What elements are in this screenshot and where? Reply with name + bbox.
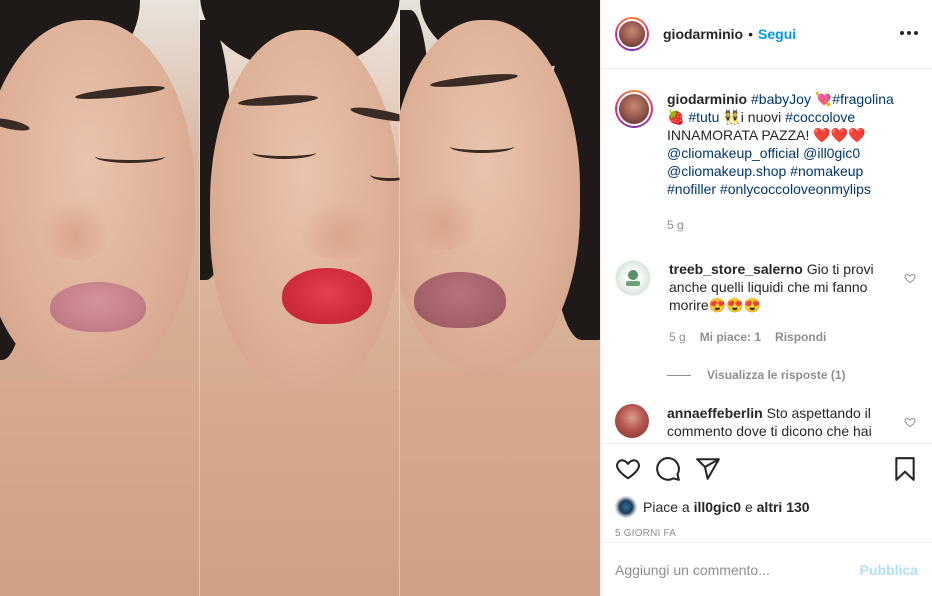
instagram-post: giodarminio • Segui giodarminio #babyJoy… xyxy=(0,0,932,596)
liker-avatar[interactable] xyxy=(615,496,637,518)
likes-summary: Piace a ill0gic0 e altri 130 xyxy=(615,496,918,518)
photo-panel-mauve-lips xyxy=(400,0,600,596)
caption-meta: 5 g xyxy=(667,216,907,234)
comment-icon[interactable] xyxy=(655,456,681,482)
author-username[interactable]: giodarminio xyxy=(663,26,743,42)
comment-body: annaeffeberlin Sto aspettando il comment… xyxy=(667,404,907,440)
comment-body: treeb_store_salerno Gio ti provi anche q… xyxy=(669,260,909,346)
post-header: giodarminio • Segui xyxy=(601,0,932,69)
comment-username[interactable]: annaeffeberlin xyxy=(667,405,763,421)
comments-scroll-area[interactable]: giodarminio #babyJoy 💘#fragolina 🍓 #tutu… xyxy=(601,70,932,442)
caption-text-part xyxy=(863,163,867,179)
caption-tag-link[interactable]: #babyJoy xyxy=(751,91,811,107)
more-options-icon[interactable] xyxy=(900,24,918,42)
action-icons xyxy=(615,454,918,484)
follow-button[interactable]: Segui xyxy=(758,26,796,42)
small-heart-icon[interactable] xyxy=(904,272,916,284)
commenter-avatar[interactable] xyxy=(615,404,649,438)
caption-tag-link[interactable]: #nomakeup xyxy=(790,163,863,179)
caption-tag-link[interactable]: @ill0gic0 xyxy=(803,145,860,161)
add-comment-bar: Aggiungi un commento... Pubblica xyxy=(601,542,932,596)
comment-row: annaeffeberlin Sto aspettando il comment… xyxy=(615,404,918,440)
caption-tag-link[interactable]: #fragolina xyxy=(832,91,894,107)
caption-username[interactable]: giodarminio xyxy=(667,91,747,107)
caption-tag-link[interactable]: #onlycoccoloveonmylips xyxy=(720,181,871,197)
reply-button[interactable]: Rispondi xyxy=(775,328,826,346)
bookmark-icon[interactable] xyxy=(892,456,918,482)
share-icon[interactable] xyxy=(695,456,721,482)
caption-tag-link[interactable]: @cliomakeup_official xyxy=(667,145,799,161)
liked-by-user[interactable]: ill0gic0 xyxy=(694,499,741,515)
caption-tag-link[interactable]: #nofiller xyxy=(667,181,716,197)
photo-panel-red-lips xyxy=(200,0,400,596)
commenter-avatar[interactable] xyxy=(615,260,651,296)
publish-button[interactable]: Pubblica xyxy=(860,562,918,578)
post-actions: Piace a ill0gic0 e altri 130 5 GIORNI FA xyxy=(601,443,932,539)
comment-likes[interactable]: Mi piace: 1 xyxy=(700,328,761,346)
comment-username[interactable]: treeb_store_salerno xyxy=(669,261,803,277)
caption-text-part: 💘 xyxy=(810,91,833,107)
header-separator: • xyxy=(748,26,754,42)
comment-input[interactable]: Aggiungi un commento... xyxy=(615,562,860,578)
caption-text-part xyxy=(860,145,864,161)
comment-time[interactable]: 5 g xyxy=(669,328,686,346)
caption-text-part: 👯i nuovi xyxy=(719,109,786,125)
comment-meta: 5 g Mi piace: 1 Rispondi xyxy=(669,328,909,346)
post-side-panel: giodarminio • Segui giodarminio #babyJoy… xyxy=(600,0,932,596)
small-heart-icon[interactable] xyxy=(904,416,916,428)
caption-time[interactable]: 5 g xyxy=(667,216,684,234)
liked-by-middle: e xyxy=(741,499,757,515)
caption-author-avatar[interactable] xyxy=(615,90,653,128)
caption-tag-link[interactable]: #tutu xyxy=(688,109,719,125)
liked-by-others[interactable]: altri 130 xyxy=(757,499,810,515)
post-photo-collage[interactable] xyxy=(0,0,600,596)
heart-icon[interactable] xyxy=(615,456,641,482)
caption-row: giodarminio #babyJoy 💘#fragolina 🍓 #tutu… xyxy=(615,90,918,234)
view-replies-button[interactable]: Visualizza le risposte (1) xyxy=(667,368,918,382)
photo-panel-nude-lips xyxy=(0,0,200,596)
comment-row: treeb_store_salerno Gio ti provi anche q… xyxy=(615,260,918,346)
view-replies-label: Visualizza le risposte (1) xyxy=(707,368,846,382)
replies-line xyxy=(667,374,691,376)
post-time-ago[interactable]: 5 GIORNI FA xyxy=(615,528,918,539)
caption-body: giodarminio #babyJoy 💘#fragolina 🍓 #tutu… xyxy=(667,90,907,234)
caption-tag-link[interactable]: @cliomakeup.shop xyxy=(667,163,786,179)
author-avatar[interactable] xyxy=(615,17,649,51)
liked-by-prefix: Piace a xyxy=(643,499,694,515)
caption-tag-link[interactable]: #coccolove xyxy=(785,109,855,125)
